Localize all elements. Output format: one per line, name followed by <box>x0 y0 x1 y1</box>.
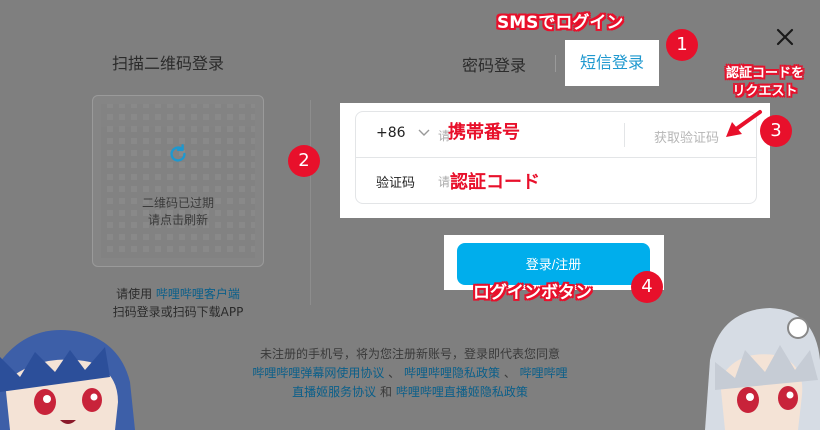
login-dialog: 扫描二维码登录 二维码已过期 请点击刷新 请使用 哔哩哔哩客户端 扫码登录或扫码… <box>0 0 820 430</box>
country-code-select[interactable]: +86 <box>376 125 406 141</box>
qr-code[interactable] <box>92 95 264 267</box>
annotation-request-line2: リクエスト <box>732 84 798 99</box>
get-code-divider <box>624 123 625 147</box>
annotation-badge-2: 2 <box>288 145 320 177</box>
tab-password-login[interactable]: 密码登录 <box>462 52 526 76</box>
client-link[interactable]: 哔哩哔哩客户端 <box>156 287 240 301</box>
vertical-divider <box>310 100 311 305</box>
agreement-link-2[interactable]: 哔哩哔哩隐私政策 <box>404 366 500 380</box>
qr-expired-line1: 二维码已过期 <box>141 196 214 210</box>
annotation-login-button: ログインボタン <box>473 283 592 303</box>
refresh-icon[interactable] <box>167 143 189 165</box>
annotation-sms-login: SMSでログイン <box>497 13 624 33</box>
close-icon[interactable] <box>776 28 794 46</box>
qr-expired-text[interactable]: 二维码已过期 请点击刷新 <box>92 195 264 229</box>
code-input[interactable]: 请 <box>438 173 450 190</box>
qr-expired-line2: 请点击刷新 <box>147 213 208 227</box>
annotation-request-line1: 認証コードを <box>726 66 805 81</box>
footer-agreement: 未注册的手机号，将为您注册新账号，登录即代表您同意 哔哩哔哩弹幕网使用协议 、 … <box>230 345 590 402</box>
agreement-link-1[interactable]: 哔哩哔哩弹幕网使用协议 <box>252 366 384 380</box>
qr-note: 请使用 哔哩哔哩客户端 扫码登录或扫码下载APP <box>92 285 264 321</box>
footer-sep-2: 、 <box>500 366 520 380</box>
qr-title: 扫描二维码登录 <box>112 54 225 73</box>
footer-line1: 未注册的手机号，将为您注册新账号，登录即代表您同意 <box>259 347 560 361</box>
chevron-down-icon[interactable] <box>418 128 430 138</box>
arrow-icon <box>726 110 762 137</box>
footer-and: 和 <box>376 385 396 399</box>
agreement-link-3a[interactable]: 哔哩哔哩 <box>520 366 568 380</box>
mascot-right-image <box>705 308 820 430</box>
annotation-badge-1: 1 <box>666 29 698 61</box>
qr-overlay <box>101 104 255 258</box>
annotation-code: 認証コード <box>450 172 540 193</box>
annotation-request-code: 認証コードを リクエスト <box>726 65 804 101</box>
qr-note-prefix: 请使用 <box>116 287 156 301</box>
agreement-link-4[interactable]: 哔哩哔哩直播姬隐私政策 <box>396 385 528 399</box>
tab-divider <box>555 55 556 72</box>
tab-sms-login[interactable]: 短信登录 <box>565 40 659 86</box>
form-row-divider <box>356 157 756 158</box>
get-code-button[interactable]: 获取验证码 <box>654 127 719 146</box>
code-label: 验证码 <box>376 176 416 191</box>
annotation-phone: 携帯番号 <box>448 122 520 143</box>
annotation-badge-3: 3 <box>760 115 792 147</box>
annotation-badge-4: 4 <box>631 271 663 303</box>
agreement-link-3b[interactable]: 直播姬服务协议 <box>292 385 376 399</box>
sms-form: +86 请 获取验证码 验证码 请 <box>355 111 757 204</box>
footer-sep-1: 、 <box>384 366 404 380</box>
mascot-left-image <box>0 330 135 430</box>
qr-note-line2: 扫码登录或扫码下载APP <box>112 305 244 319</box>
